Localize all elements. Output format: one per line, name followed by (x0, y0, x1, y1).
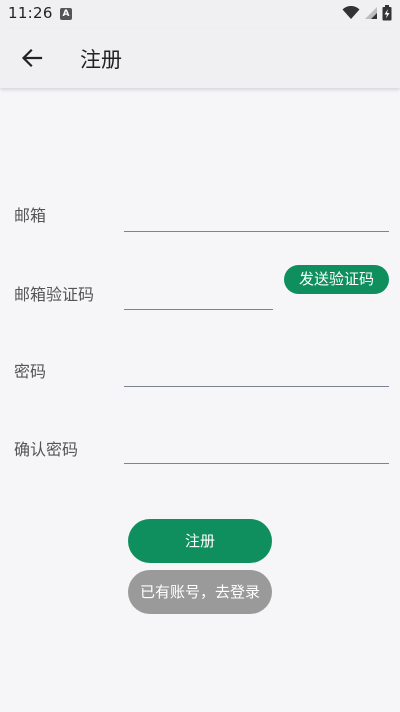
cellular-signal-icon (365, 7, 377, 19)
arrow-left-icon (21, 48, 43, 68)
email-code-label: 邮箱验证码 (14, 285, 95, 304)
confirm-password-input[interactable] (124, 434, 389, 464)
battery-charging-icon (382, 5, 392, 21)
email-label: 邮箱 (14, 206, 47, 225)
status-time: 11:26 (8, 4, 53, 22)
wifi-icon (342, 6, 360, 19)
confirm-password-label: 确认密码 (14, 440, 79, 459)
register-button[interactable]: 注册 (128, 519, 272, 563)
notification-a-icon: A (60, 8, 72, 20)
back-button[interactable] (10, 36, 54, 80)
password-input[interactable] (124, 357, 389, 387)
email-code-input[interactable] (124, 280, 273, 310)
status-icons (342, 5, 392, 21)
status-bar: 11:26 A (0, 0, 400, 28)
app-bar: 注册 (0, 28, 400, 88)
email-input[interactable] (124, 202, 389, 232)
password-label: 密码 (14, 362, 47, 381)
send-code-button[interactable]: 发送验证码 (284, 265, 389, 294)
page-title: 注册 (80, 48, 122, 72)
go-to-login-button[interactable]: 已有账号，去登录 (128, 570, 272, 614)
